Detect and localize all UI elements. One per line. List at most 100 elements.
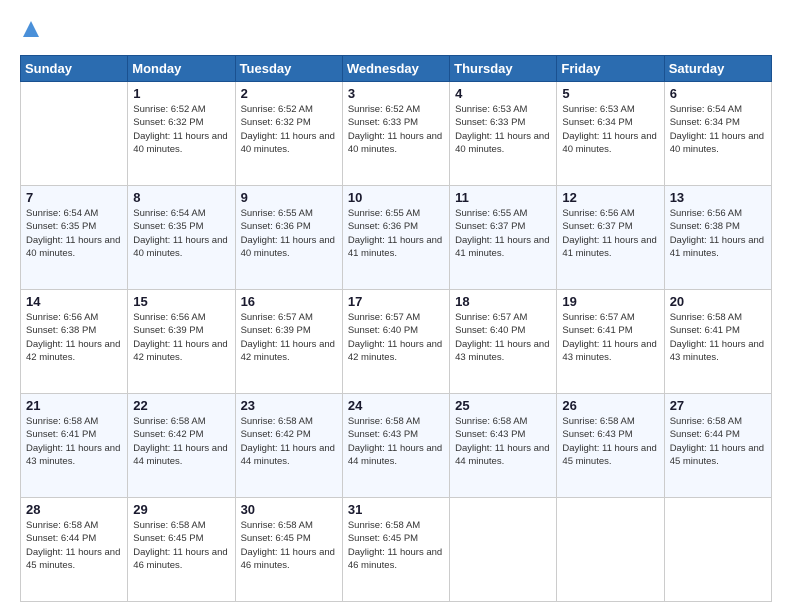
day-number: 1 (133, 86, 229, 101)
calendar-cell: 2 Sunrise: 6:52 AMSunset: 6:32 PMDaylight… (235, 82, 342, 186)
day-number: 2 (241, 86, 337, 101)
day-number: 4 (455, 86, 551, 101)
day-number: 11 (455, 190, 551, 205)
calendar-cell: 17 Sunrise: 6:57 AMSunset: 6:40 PMDayligh… (342, 290, 449, 394)
calendar-cell (450, 498, 557, 602)
day-number: 7 (26, 190, 122, 205)
col-header-monday: Monday (128, 56, 235, 82)
week-row-3: 14Sunrise: 6:56 AMSunset: 6:38 PMDayligh… (21, 290, 772, 394)
day-number: 18 (455, 294, 551, 309)
day-info: Sunrise: 6:58 AMSunset: 6:44 PMDaylight:… (670, 415, 766, 468)
day-info: Sunrise: 6:52 AMSunset: 6:32 PMDaylight:… (133, 103, 229, 156)
calendar-cell: 3 Sunrise: 6:52 AMSunset: 6:33 PMDaylight… (342, 82, 449, 186)
day-number: 8 (133, 190, 229, 205)
day-info: Sunrise: 6:58 AMSunset: 6:41 PMDaylight:… (670, 311, 766, 364)
calendar-cell: 31 Sunrise: 6:58 AMSunset: 6:45 PMDayligh… (342, 498, 449, 602)
day-info: Sunrise: 6:57 AMSunset: 6:39 PMDaylight:… (241, 311, 337, 364)
calendar-cell (21, 82, 128, 186)
calendar-cell: 13 Sunrise: 6:56 AMSunset: 6:38 PMDayligh… (664, 186, 771, 290)
day-number: 10 (348, 190, 444, 205)
calendar-cell: 16 Sunrise: 6:57 AMSunset: 6:39 PMDayligh… (235, 290, 342, 394)
week-row-4: 21 Sunrise: 6:58 AMSunset: 6:41 PMDayligh… (21, 394, 772, 498)
day-number: 24 (348, 398, 444, 413)
day-info: Sunrise: 6:58 AMSunset: 6:42 PMDaylight:… (241, 415, 337, 468)
day-number: 22 (133, 398, 229, 413)
week-row-2: 7 Sunrise: 6:54 AMSunset: 6:35 PMDaylight… (21, 186, 772, 290)
day-info: Sunrise: 6:55 AMSunset: 6:36 PMDaylight:… (348, 207, 444, 260)
calendar-cell: 10 Sunrise: 6:55 AMSunset: 6:36 PMDayligh… (342, 186, 449, 290)
day-number: 17 (348, 294, 444, 309)
day-info: Sunrise: 6:53 AMSunset: 6:33 PMDaylight:… (455, 103, 551, 156)
day-number: 21 (26, 398, 122, 413)
calendar-cell: 7 Sunrise: 6:54 AMSunset: 6:35 PMDaylight… (21, 186, 128, 290)
calendar-cell: 18 Sunrise: 6:57 AMSunset: 6:40 PMDayligh… (450, 290, 557, 394)
day-info: Sunrise: 6:53 AMSunset: 6:34 PMDaylight:… (562, 103, 658, 156)
day-info: Sunrise: 6:58 AMSunset: 6:45 PMDaylight:… (348, 519, 444, 572)
page: SundayMondayTuesdayWednesdayThursdayFrid… (0, 0, 792, 612)
day-number: 19 (562, 294, 658, 309)
day-info: Sunrise: 6:56 AMSunset: 6:38 PMDaylight:… (26, 311, 122, 364)
day-number: 3 (348, 86, 444, 101)
day-info: Sunrise: 6:54 AMSunset: 6:34 PMDaylight:… (670, 103, 766, 156)
calendar-cell: 14Sunrise: 6:56 AMSunset: 6:38 PMDayligh… (21, 290, 128, 394)
col-header-sunday: Sunday (21, 56, 128, 82)
header (20, 18, 772, 43)
calendar-cell: 26 Sunrise: 6:58 AMSunset: 6:43 PMDayligh… (557, 394, 664, 498)
calendar-cell: 9Sunrise: 6:55 AMSunset: 6:36 PMDaylight… (235, 186, 342, 290)
header-row: SundayMondayTuesdayWednesdayThursdayFrid… (21, 56, 772, 82)
day-info: Sunrise: 6:58 AMSunset: 6:44 PMDaylight:… (26, 519, 122, 572)
day-info: Sunrise: 6:54 AMSunset: 6:35 PMDaylight:… (26, 207, 122, 260)
day-number: 16 (241, 294, 337, 309)
day-number: 5 (562, 86, 658, 101)
day-info: Sunrise: 6:56 AMSunset: 6:38 PMDaylight:… (670, 207, 766, 260)
col-header-thursday: Thursday (450, 56, 557, 82)
calendar-cell: 20 Sunrise: 6:58 AMSunset: 6:41 PMDayligh… (664, 290, 771, 394)
calendar-cell: 22Sunrise: 6:58 AMSunset: 6:42 PMDayligh… (128, 394, 235, 498)
day-info: Sunrise: 6:58 AMSunset: 6:43 PMDaylight:… (562, 415, 658, 468)
day-info: Sunrise: 6:52 AMSunset: 6:32 PMDaylight:… (241, 103, 337, 156)
col-header-friday: Friday (557, 56, 664, 82)
logo-triangle-icon (22, 20, 40, 43)
day-info: Sunrise: 6:58 AMSunset: 6:43 PMDaylight:… (455, 415, 551, 468)
col-header-saturday: Saturday (664, 56, 771, 82)
day-number: 20 (670, 294, 766, 309)
logo (20, 18, 40, 43)
day-info: Sunrise: 6:57 AMSunset: 6:40 PMDaylight:… (455, 311, 551, 364)
day-info: Sunrise: 6:58 AMSunset: 6:43 PMDaylight:… (348, 415, 444, 468)
calendar-cell: 5 Sunrise: 6:53 AMSunset: 6:34 PMDaylight… (557, 82, 664, 186)
day-number: 23 (241, 398, 337, 413)
calendar-cell: 12 Sunrise: 6:56 AMSunset: 6:37 PMDayligh… (557, 186, 664, 290)
day-info: Sunrise: 6:57 AMSunset: 6:41 PMDaylight:… (562, 311, 658, 364)
col-header-wednesday: Wednesday (342, 56, 449, 82)
day-info: Sunrise: 6:58 AMSunset: 6:45 PMDaylight:… (133, 519, 229, 572)
calendar-cell: 11Sunrise: 6:55 AMSunset: 6:37 PMDayligh… (450, 186, 557, 290)
calendar-cell: 4 Sunrise: 6:53 AMSunset: 6:33 PMDaylight… (450, 82, 557, 186)
day-number: 30 (241, 502, 337, 517)
week-row-5: 28 Sunrise: 6:58 AMSunset: 6:44 PMDayligh… (21, 498, 772, 602)
calendar-cell (664, 498, 771, 602)
calendar-cell: 1 Sunrise: 6:52 AMSunset: 6:32 PMDaylight… (128, 82, 235, 186)
calendar-cell: 25 Sunrise: 6:58 AMSunset: 6:43 PMDayligh… (450, 394, 557, 498)
day-number: 12 (562, 190, 658, 205)
day-info: Sunrise: 6:52 AMSunset: 6:33 PMDaylight:… (348, 103, 444, 156)
week-row-1: 1 Sunrise: 6:52 AMSunset: 6:32 PMDaylight… (21, 82, 772, 186)
calendar-cell: 28 Sunrise: 6:58 AMSunset: 6:44 PMDayligh… (21, 498, 128, 602)
day-number: 26 (562, 398, 658, 413)
calendar-cell: 15 Sunrise: 6:56 AMSunset: 6:39 PMDayligh… (128, 290, 235, 394)
calendar-cell: 23 Sunrise: 6:58 AMSunset: 6:42 PMDayligh… (235, 394, 342, 498)
calendar-cell: 19 Sunrise: 6:57 AMSunset: 6:41 PMDayligh… (557, 290, 664, 394)
day-number: 15 (133, 294, 229, 309)
day-info: Sunrise: 6:57 AMSunset: 6:40 PMDaylight:… (348, 311, 444, 364)
day-number: 13 (670, 190, 766, 205)
day-number: 25 (455, 398, 551, 413)
day-number: 31 (348, 502, 444, 517)
day-info: Sunrise: 6:58 AMSunset: 6:41 PMDaylight:… (26, 415, 122, 468)
day-info: Sunrise: 6:56 AMSunset: 6:37 PMDaylight:… (562, 207, 658, 260)
day-info: Sunrise: 6:54 AMSunset: 6:35 PMDaylight:… (133, 207, 229, 260)
calendar-cell: 29Sunrise: 6:58 AMSunset: 6:45 PMDayligh… (128, 498, 235, 602)
calendar-cell: 6Sunrise: 6:54 AMSunset: 6:34 PMDaylight… (664, 82, 771, 186)
calendar-cell: 8 Sunrise: 6:54 AMSunset: 6:35 PMDaylight… (128, 186, 235, 290)
day-number: 9 (241, 190, 337, 205)
day-info: Sunrise: 6:56 AMSunset: 6:39 PMDaylight:… (133, 311, 229, 364)
day-number: 28 (26, 502, 122, 517)
